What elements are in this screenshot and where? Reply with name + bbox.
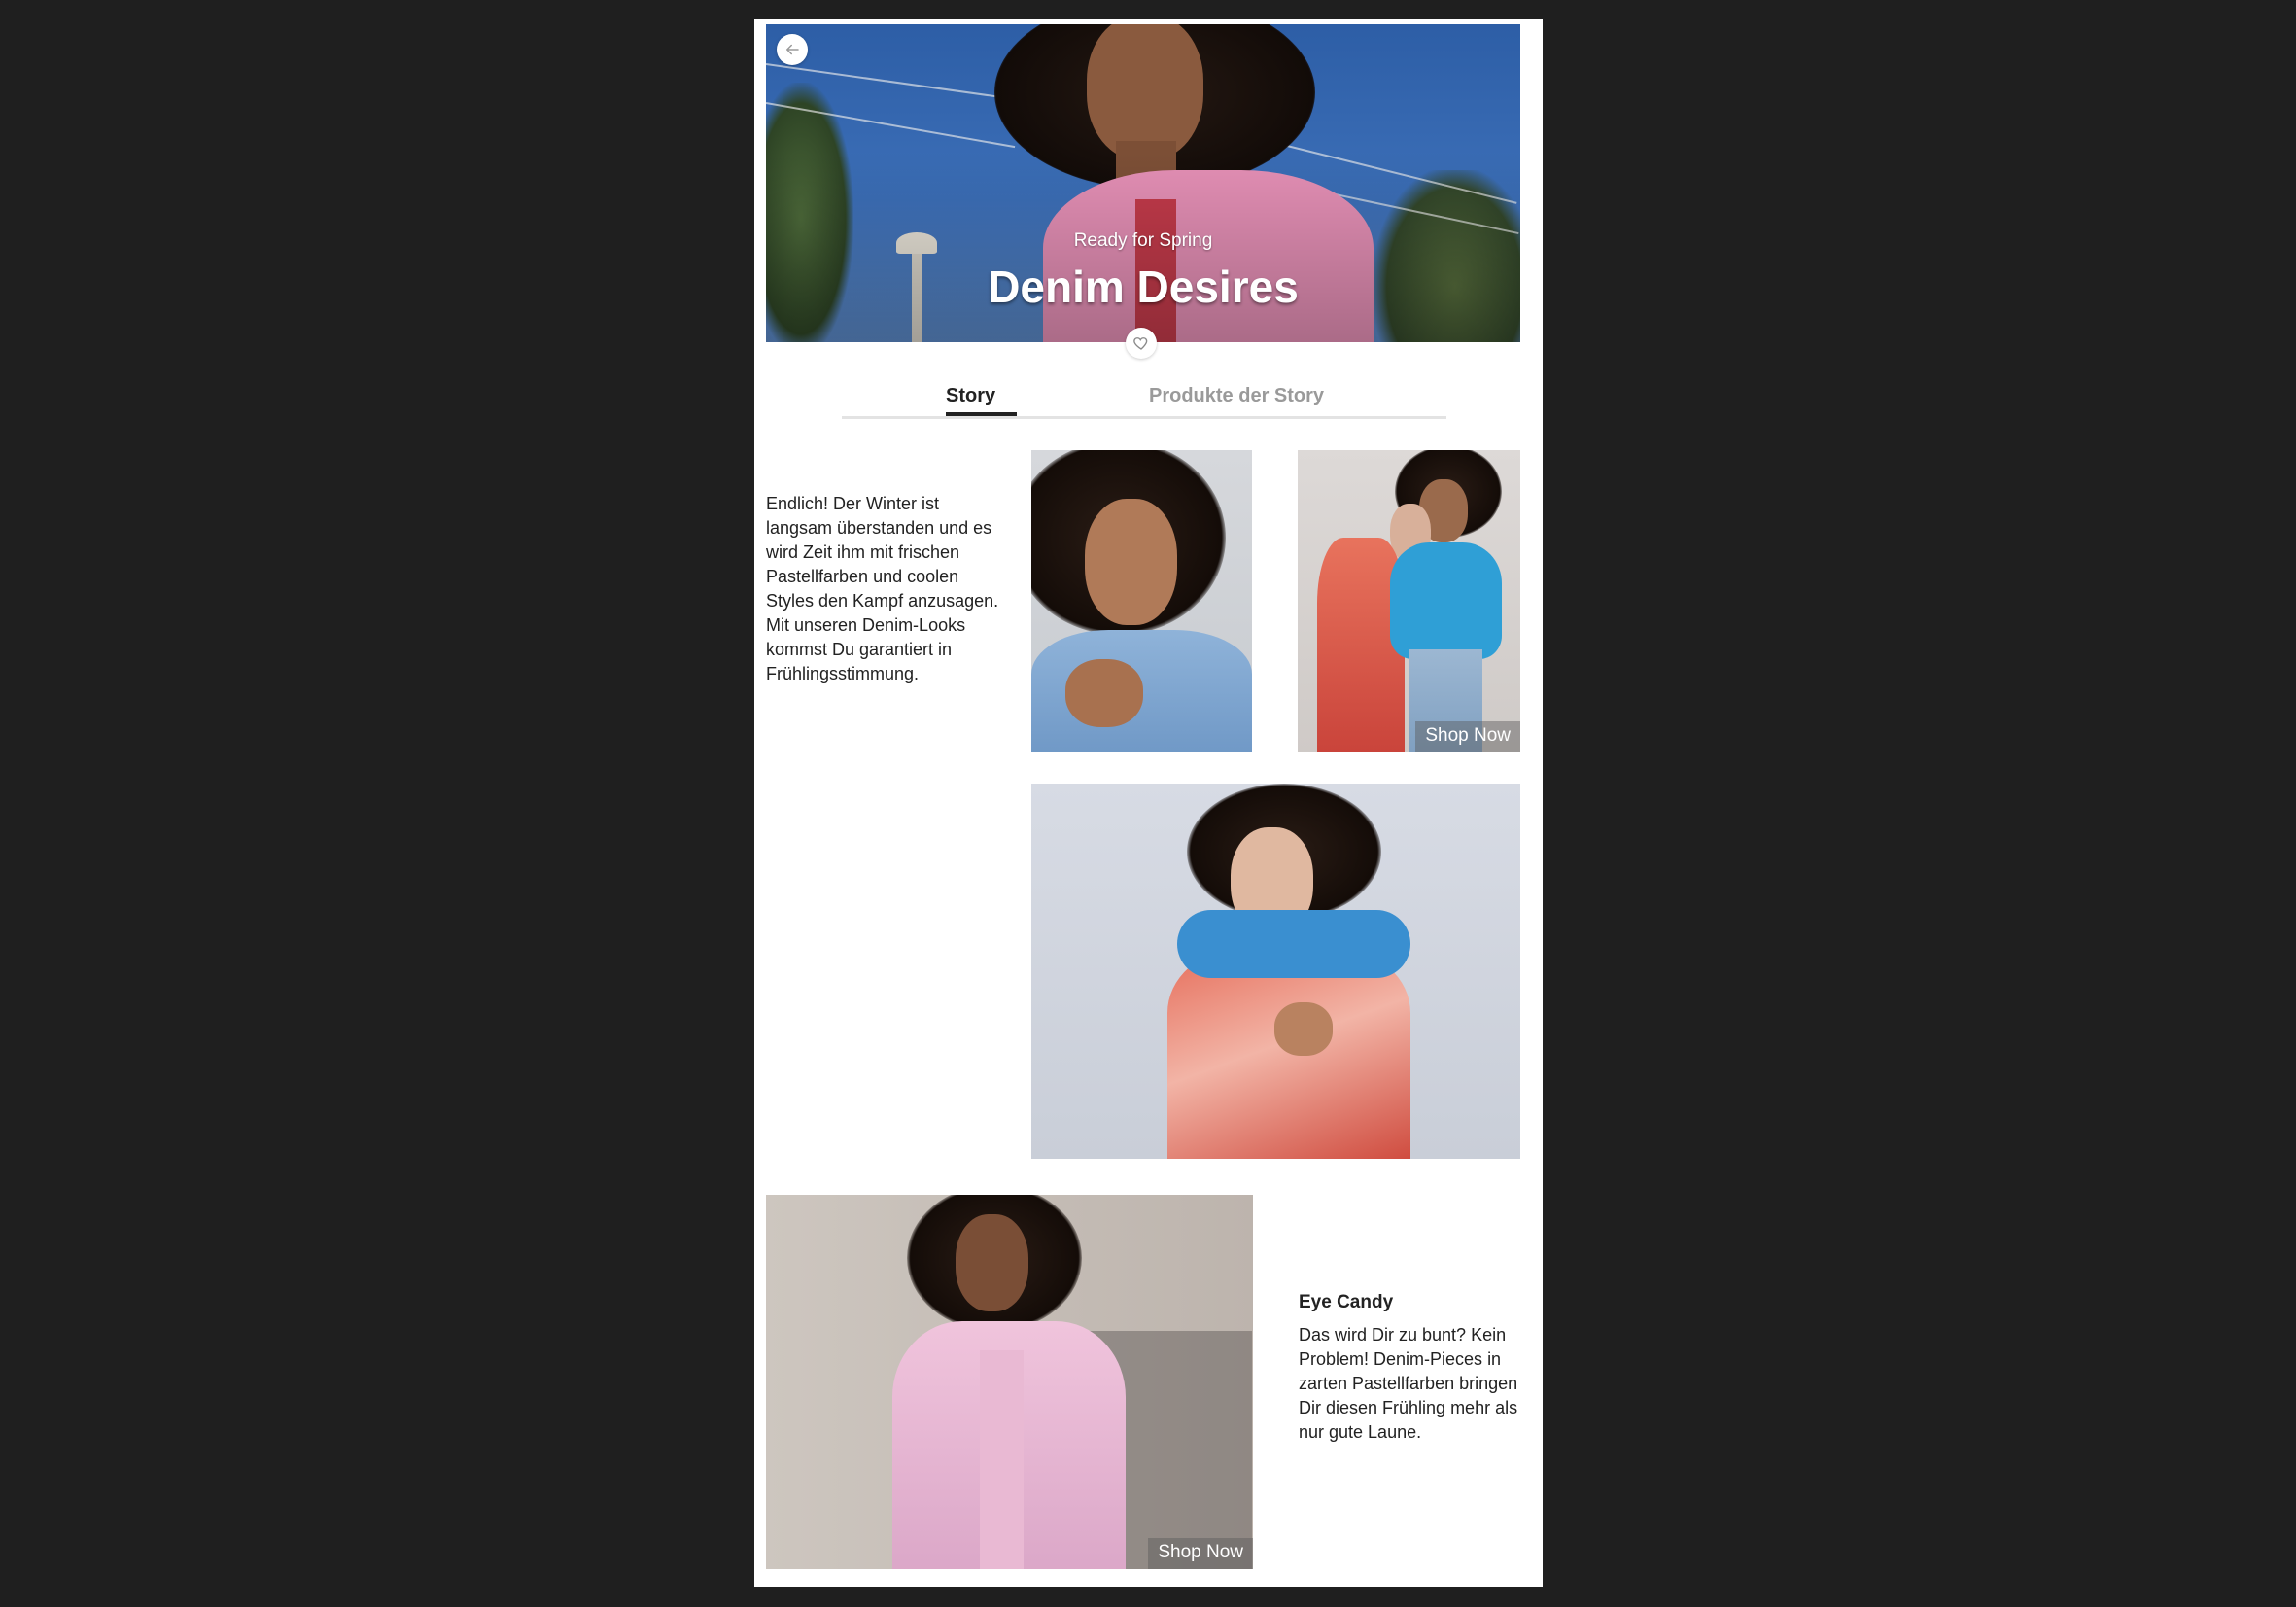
- photo-couple-tie-dye[interactable]: Shop Now: [1298, 450, 1520, 752]
- hero-subtitle: Ready for Spring: [1073, 230, 1213, 251]
- active-tab-indicator: [946, 412, 1017, 416]
- photo-hands: [1065, 659, 1143, 727]
- photo-face: [956, 1214, 1028, 1311]
- shop-now-button[interactable]: Shop Now: [1148, 1538, 1253, 1569]
- shop-now-button[interactable]: Shop Now: [1415, 721, 1520, 752]
- hero-title: Denim Desires: [988, 262, 1299, 312]
- hero-banner: Ready for Spring Denim Desires: [766, 24, 1520, 342]
- eye-candy-paragraph: Das wird Dir zu bunt? Kein Problem! Deni…: [1299, 1325, 1518, 1442]
- intro-paragraph: Endlich! Der Winter ist langsam überstan…: [766, 494, 999, 683]
- tab-story[interactable]: Story: [946, 385, 995, 407]
- back-button[interactable]: [777, 34, 808, 65]
- photo-blue-sweater: [1390, 542, 1502, 659]
- heart-icon: [1133, 337, 1148, 350]
- story-page: Ready for Spring Denim Desires Story Pro…: [754, 19, 1543, 1587]
- story-tabs: Story Produkte der Story: [842, 385, 1446, 419]
- photo-woman-pink-jacket[interactable]: Shop Now: [766, 1195, 1253, 1569]
- tab-products-of-story[interactable]: Produkte der Story: [1149, 385, 1324, 407]
- photo-pink-shirt: [980, 1350, 1024, 1569]
- photo-couple-hug[interactable]: [1031, 784, 1520, 1159]
- photo-hands: [1274, 1002, 1333, 1056]
- eye-candy-heading: Eye Candy: [1299, 1292, 1394, 1312]
- photo-tie-dye-jacket: [1167, 949, 1410, 1159]
- photo-woman-denim-jacket[interactable]: [1031, 450, 1252, 752]
- photo-face: [1085, 499, 1177, 625]
- photo-blue-sleeves: [1177, 910, 1410, 978]
- arrow-left-icon: [786, 44, 799, 55]
- favorite-button[interactable]: [1126, 328, 1157, 359]
